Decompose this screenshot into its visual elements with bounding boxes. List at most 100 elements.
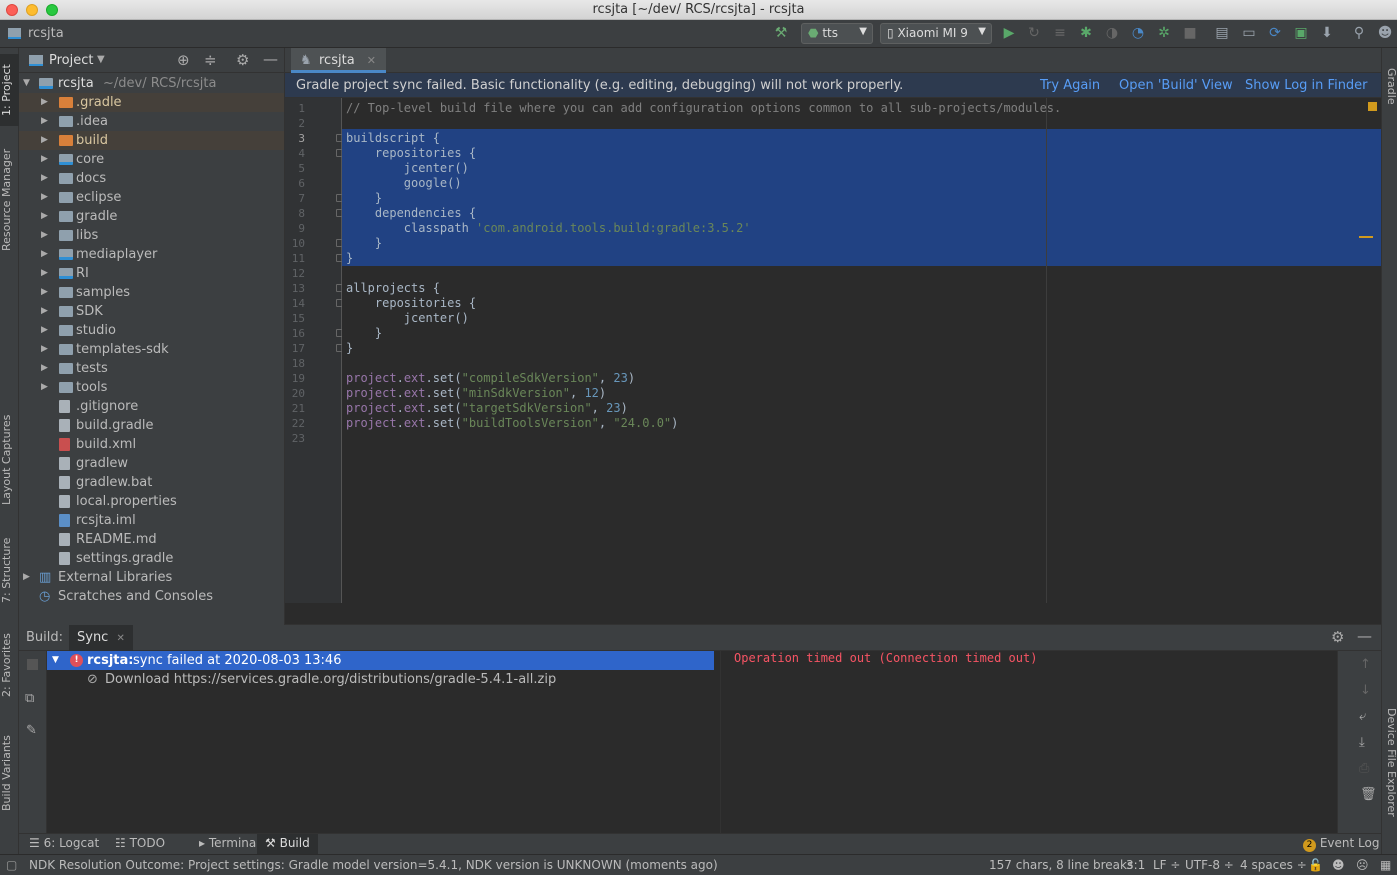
expand-arrow-icon[interactable]: ▶ [23, 568, 30, 587]
code-line[interactable]: project.ext.set("minSdkVersion", 12) [346, 386, 606, 401]
collapse-all-icon[interactable]: ≑ [204, 51, 217, 69]
tab-resource-manager[interactable]: Resource Manager [0, 144, 19, 256]
tab-logcat[interactable]: ☰ 6: Logcat [29, 836, 99, 850]
tree-item[interactable]: ▶ .idea [19, 112, 284, 131]
line-number[interactable]: 1 [285, 102, 305, 115]
line-number[interactable]: 6 [285, 177, 305, 190]
tab-build-variants[interactable]: Build Variants [0, 728, 19, 818]
tree-item[interactable]: gradlew [19, 454, 284, 473]
line-number[interactable]: 8 [285, 207, 305, 220]
tree-item[interactable]: ▶ gradle [19, 207, 284, 226]
line-number-gutter[interactable]: 1 2 3 4 5 6 7 8 9 10 11 12 13 14 15 16 17 18 19 20 21 22 23 [285, 98, 343, 603]
line-number[interactable]: 17 [285, 342, 305, 355]
build-output[interactable]: Operation timed out (Connection timed ou… [722, 651, 1337, 833]
line-separator[interactable]: LF ÷ [1153, 858, 1180, 872]
close-icon[interactable]: ✕ [116, 633, 124, 644]
expand-arrow-icon[interactable]: ▶ [41, 283, 48, 302]
tab-gradle[interactable]: Gradle [1382, 58, 1397, 114]
feedback-icon[interactable]: ☹ [1356, 858, 1369, 872]
tree-row-root[interactable]: ▼ rcsjta ~/dev/ RCS/rcsjta [19, 74, 284, 93]
close-icon[interactable]: ✕ [367, 54, 376, 67]
tab-structure[interactable]: 7: Structure [0, 533, 19, 607]
tree-item[interactable]: .gitignore [19, 397, 284, 416]
code-line[interactable]: project.ext.set("buildToolsVersion", "24… [346, 416, 678, 431]
tree-item[interactable]: build.xml [19, 435, 284, 454]
code-line[interactable]: google() [346, 176, 462, 191]
code-line[interactable]: allprojects { [346, 281, 440, 296]
toggle-view-icon[interactable]: ⧉ [25, 691, 34, 706]
tab-build[interactable]: ⚒ Build [257, 834, 318, 854]
line-number[interactable]: 20 [285, 387, 305, 400]
line-number[interactable]: 5 [285, 162, 305, 175]
code-line[interactable]: } [346, 191, 382, 206]
code-line[interactable]: jcenter() [346, 311, 469, 326]
expand-arrow-icon[interactable]: ▶ [41, 207, 48, 226]
tree-item[interactable]: local.properties [19, 492, 284, 511]
tree-item[interactable]: gradlew.bat [19, 473, 284, 492]
code-line[interactable]: dependencies { [346, 206, 476, 221]
profile-icon[interactable]: ◔ [1129, 25, 1147, 41]
code-line[interactable]: // Top-level build file where you can ad… [346, 101, 1061, 116]
open-build-view-link[interactable]: Open 'Build' View [1119, 78, 1233, 93]
tree-item[interactable]: ▶ templates-sdk [19, 340, 284, 359]
tree-item[interactable]: ▶ studio [19, 321, 284, 340]
file-encoding[interactable]: UTF-8 ÷ [1185, 858, 1234, 872]
locate-file-icon[interactable]: ⊕ [177, 51, 190, 69]
avatar[interactable]: ☻ [1376, 25, 1394, 41]
expand-arrow-icon[interactable]: ▶ [41, 226, 48, 245]
tree-item-external-libraries[interactable]: ▶ ▥ External Libraries [19, 568, 284, 587]
tree-item[interactable]: ▶ tools [19, 378, 284, 397]
toggle-tool-windows-icon[interactable]: ▢ [6, 858, 17, 872]
line-number[interactable]: 15 [285, 312, 305, 325]
expand-arrow-icon[interactable]: ▶ [41, 188, 48, 207]
indent-setting[interactable]: 4 spaces ÷ [1240, 858, 1307, 872]
tree-item[interactable]: ▶ mediaplayer [19, 245, 284, 264]
tab-build-gradle[interactable]: ♞ rcsjta ✕ [291, 48, 387, 73]
line-number[interactable]: 18 [285, 357, 305, 370]
gear-icon[interactable]: ⚙ [236, 51, 249, 69]
pin-icon[interactable]: ✎ [26, 723, 37, 738]
try-again-link[interactable]: Try Again [1040, 78, 1100, 93]
tree-item[interactable]: ▶ tests [19, 359, 284, 378]
expand-arrow-icon[interactable]: ▶ [41, 264, 48, 283]
tree-row-download[interactable]: ⊘ Download https://services.gradle.org/d… [47, 670, 714, 689]
expand-arrow-icon[interactable]: ▶ [41, 378, 48, 397]
expand-arrow-icon[interactable]: ▶ [41, 131, 48, 150]
apply-changes-icon[interactable]: ↻ [1025, 25, 1043, 41]
tab-favorites[interactable]: 2: Favorites [0, 630, 19, 700]
tree-item[interactable]: ▶ docs [19, 169, 284, 188]
code-line[interactable]: } [346, 326, 382, 341]
tree-item[interactable]: settings.gradle [19, 549, 284, 568]
expand-arrow-icon[interactable]: ▼ [52, 651, 59, 670]
show-log-link[interactable]: Show Log in Finder [1245, 78, 1368, 93]
make-project-hammer-icon[interactable]: ⚒ [772, 25, 790, 41]
warning-marker-icon[interactable] [1368, 102, 1377, 111]
code-line[interactable]: classpath 'com.android.tools.build:gradl… [346, 221, 751, 236]
device-select[interactable]: ▯ Xiaomi MI 9 ▼ [880, 23, 992, 44]
expand-arrow-icon[interactable]: ▶ [41, 359, 48, 378]
code-line[interactable]: } [346, 251, 353, 266]
code-line[interactable]: repositories { [346, 146, 476, 161]
tree-item[interactable]: ▶ .gradle [19, 93, 284, 112]
tree-item-scratches[interactable]: ◷ Scratches and Consoles [19, 587, 284, 606]
expand-arrow-icon[interactable]: ▶ [41, 169, 48, 188]
arrow-down-icon[interactable]: ↓ [1360, 683, 1371, 698]
expand-arrow-icon[interactable]: ▶ [41, 321, 48, 340]
tab-event-log[interactable]: 2 Event Log [1303, 836, 1379, 852]
chevron-down-icon[interactable]: ▼ [97, 54, 105, 65]
tab-todo[interactable]: ☷ TODO [115, 836, 165, 850]
expand-arrow-icon[interactable]: ▶ [41, 112, 48, 131]
tree-item[interactable]: ▶ samples [19, 283, 284, 302]
code-line[interactable]: project.ext.set("targetSdkVersion", 23) [346, 401, 628, 416]
inspector-icon[interactable]: ☻ [1332, 858, 1345, 872]
tree-item[interactable]: ▶ RI [19, 264, 284, 283]
expand-arrow-icon[interactable]: ▶ [41, 245, 48, 264]
line-number[interactable]: 16 [285, 327, 305, 340]
line-number[interactable]: 9 [285, 222, 305, 235]
expand-arrow-icon[interactable]: ▶ [41, 93, 48, 112]
terminal-window-icon[interactable]: ▭ [1240, 25, 1258, 41]
line-number[interactable]: 3 [285, 132, 305, 145]
code-line[interactable]: } [346, 341, 353, 356]
arrow-up-icon[interactable]: ↑ [1360, 657, 1371, 672]
sdk-manager-icon[interactable]: ⬇ [1318, 25, 1336, 41]
